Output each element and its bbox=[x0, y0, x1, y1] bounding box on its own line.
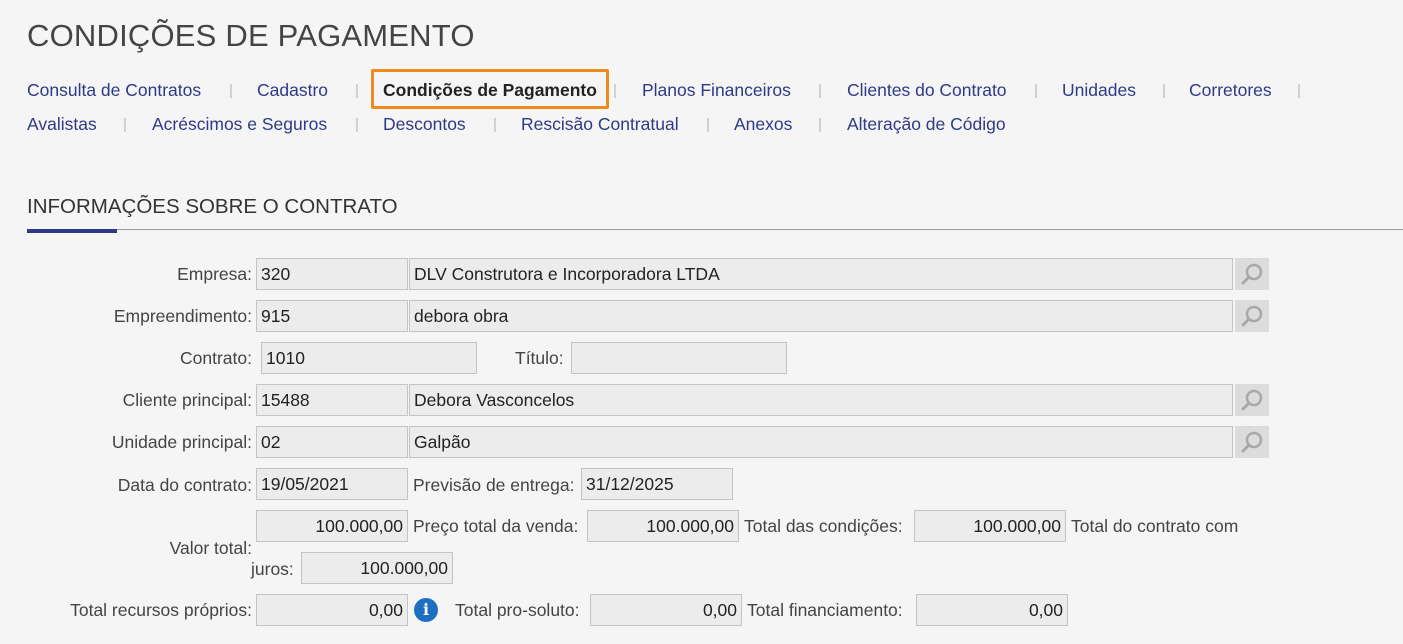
nav-separator: | bbox=[706, 116, 710, 133]
nav-separator: | bbox=[355, 82, 359, 99]
nav-condicoes-pagamento[interactable]: Condições de Pagamento bbox=[383, 80, 597, 101]
nav-separator: | bbox=[355, 116, 359, 133]
nav-separator: | bbox=[1034, 82, 1038, 99]
empresa-label: Empresa: bbox=[177, 264, 252, 284]
section-title: INFORMAÇÕES SOBRE O CONTRATO bbox=[27, 195, 398, 218]
unidade-name-field[interactable]: Galpão bbox=[409, 426, 1233, 458]
section-accent-bar bbox=[27, 229, 117, 233]
data-contrato-field[interactable]: 19/05/2021 bbox=[256, 468, 408, 500]
empresa-code-field[interactable]: 320 bbox=[256, 258, 408, 290]
nav-separator: | bbox=[1297, 82, 1301, 99]
titulo-field[interactable] bbox=[571, 342, 787, 374]
total-recursos-proprios-label: Total recursos próprios: bbox=[70, 600, 252, 620]
cliente-name-field[interactable]: Debora Vasconcelos bbox=[409, 384, 1233, 416]
unidade-code-field[interactable]: 02 bbox=[256, 426, 408, 458]
nav-separator: | bbox=[1162, 82, 1166, 99]
nav-separator: | bbox=[123, 116, 127, 133]
titulo-label: Título: bbox=[515, 348, 564, 368]
nav-separator: | bbox=[818, 116, 822, 133]
cliente-lookup-button[interactable] bbox=[1235, 384, 1269, 416]
preco-total-venda-label: Preço total da venda: bbox=[413, 516, 579, 536]
total-financiamento-field[interactable]: 0,00 bbox=[916, 594, 1068, 626]
unidade-lookup-button[interactable] bbox=[1235, 426, 1269, 458]
info-icon[interactable]: i bbox=[414, 598, 438, 622]
total-pro-soluto-field[interactable]: 0,00 bbox=[590, 594, 742, 626]
nav-separator: | bbox=[818, 82, 822, 99]
empreendimento-name-field[interactable]: debora obra bbox=[409, 300, 1233, 332]
nav-clientes-contrato[interactable]: Clientes do Contrato bbox=[847, 80, 1007, 101]
previsao-entrega-field[interactable]: 31/12/2025 bbox=[581, 468, 733, 500]
empresa-name-field[interactable]: DLV Construtora e Incorporadora LTDA bbox=[409, 258, 1233, 290]
contrato-label: Contrato: bbox=[180, 348, 252, 368]
nav-cadastro[interactable]: Cadastro bbox=[257, 80, 328, 101]
search-icon bbox=[1241, 389, 1263, 411]
nav-separator: | bbox=[229, 82, 233, 99]
nav-descontos[interactable]: Descontos bbox=[383, 114, 466, 135]
empreendimento-lookup-button[interactable] bbox=[1235, 300, 1269, 332]
search-icon bbox=[1241, 305, 1263, 327]
unidade-label: Unidade principal: bbox=[111, 432, 252, 452]
cliente-label: Cliente principal: bbox=[122, 390, 252, 410]
empreendimento-label: Empreendimento: bbox=[113, 306, 252, 326]
preco-total-venda-field[interactable]: 100.000,00 bbox=[587, 510, 739, 542]
nav-anexos[interactable]: Anexos bbox=[734, 114, 792, 135]
nav-rescisao-contratual[interactable]: Rescisão Contratual bbox=[521, 114, 679, 135]
nav-alteracao-codigo[interactable]: Alteração de Código bbox=[847, 114, 1006, 135]
total-recursos-proprios-field[interactable]: 0,00 bbox=[256, 594, 408, 626]
cliente-code-field[interactable]: 15488 bbox=[256, 384, 408, 416]
total-contrato-juros-label: Total do contrato com bbox=[1071, 516, 1239, 536]
nav-separator: | bbox=[493, 116, 497, 133]
data-contrato-label: Data do contrato: bbox=[117, 475, 252, 495]
valor-total-label: Valor total: bbox=[169, 538, 252, 558]
nav-planos-financeiros[interactable]: Planos Financeiros bbox=[642, 80, 791, 101]
nav-acrescimos-seguros[interactable]: Acréscimos e Seguros bbox=[152, 114, 327, 135]
nav-consulta-contratos[interactable]: Consulta de Contratos bbox=[27, 80, 201, 101]
total-condicoes-label: Total das condições: bbox=[744, 516, 903, 536]
section-divider bbox=[27, 229, 1403, 230]
search-icon bbox=[1241, 263, 1263, 285]
total-contrato-juros-label-cont: juros: bbox=[251, 559, 294, 579]
total-condicoes-field[interactable]: 100.000,00 bbox=[914, 510, 1066, 542]
nav-avalistas[interactable]: Avalistas bbox=[27, 114, 97, 135]
contrato-field[interactable]: 1010 bbox=[261, 342, 477, 374]
previsao-entrega-label: Previsão de entrega: bbox=[413, 475, 575, 495]
empreendimento-code-field[interactable]: 915 bbox=[256, 300, 408, 332]
nav-separator: | bbox=[613, 82, 617, 99]
total-financiamento-label: Total financiamento: bbox=[747, 600, 903, 620]
page-title: CONDIÇÕES DE PAGAMENTO bbox=[27, 18, 475, 53]
search-icon bbox=[1241, 431, 1263, 453]
total-contrato-juros-field[interactable]: 100.000,00 bbox=[301, 552, 453, 584]
valor-total-field[interactable]: 100.000,00 bbox=[256, 510, 408, 542]
nav-corretores[interactable]: Corretores bbox=[1189, 80, 1272, 101]
total-pro-soluto-label: Total pro-soluto: bbox=[455, 600, 580, 620]
empresa-lookup-button[interactable] bbox=[1235, 258, 1269, 290]
nav-unidades[interactable]: Unidades bbox=[1062, 80, 1136, 101]
